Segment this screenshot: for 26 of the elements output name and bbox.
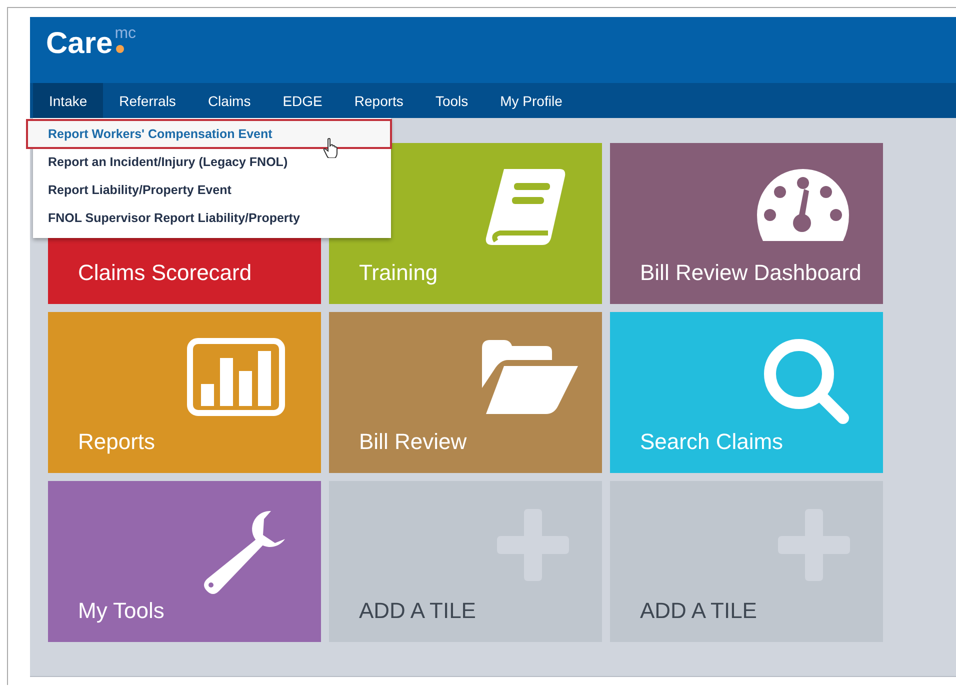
add-tile[interactable]: ADD A TILE: [610, 481, 883, 642]
dashboard-tile[interactable]: Bill Review Dashboard: [610, 143, 883, 304]
tile-label: Reports: [78, 429, 156, 455]
nav-tab[interactable]: EDGE: [266, 83, 338, 118]
nav-tab[interactable]: Intake: [33, 83, 104, 118]
add-tile[interactable]: ADD A TILE: [329, 481, 602, 642]
nav-tab[interactable]: Referrals: [103, 83, 192, 118]
search-icon: [763, 338, 851, 426]
hand-cursor-icon: [323, 138, 339, 158]
chart-icon: [187, 338, 285, 416]
gauge-icon: [757, 169, 849, 241]
wrench-icon: [201, 509, 287, 595]
tile-label: Bill Review: [359, 429, 467, 455]
tile-label: My Tools: [78, 598, 164, 624]
dashboard-tile[interactable]: My Tools: [48, 481, 321, 642]
tile-label: ADD A TILE: [359, 598, 476, 624]
nav-tab[interactable]: Tools: [419, 83, 484, 118]
folder-icon: [482, 340, 578, 414]
tile-label: Training: [359, 260, 438, 286]
nav-tab[interactable]: Claims: [192, 83, 267, 118]
nav-tab[interactable]: Reports: [338, 83, 420, 118]
tile-label: Claims Scorecard: [78, 260, 252, 286]
tile-label: ADD A TILE: [640, 598, 757, 624]
tile-label: Search Claims: [640, 429, 784, 455]
tile-label: Bill Review Dashboard: [640, 260, 862, 286]
nav-tab[interactable]: My Profile: [484, 83, 578, 118]
